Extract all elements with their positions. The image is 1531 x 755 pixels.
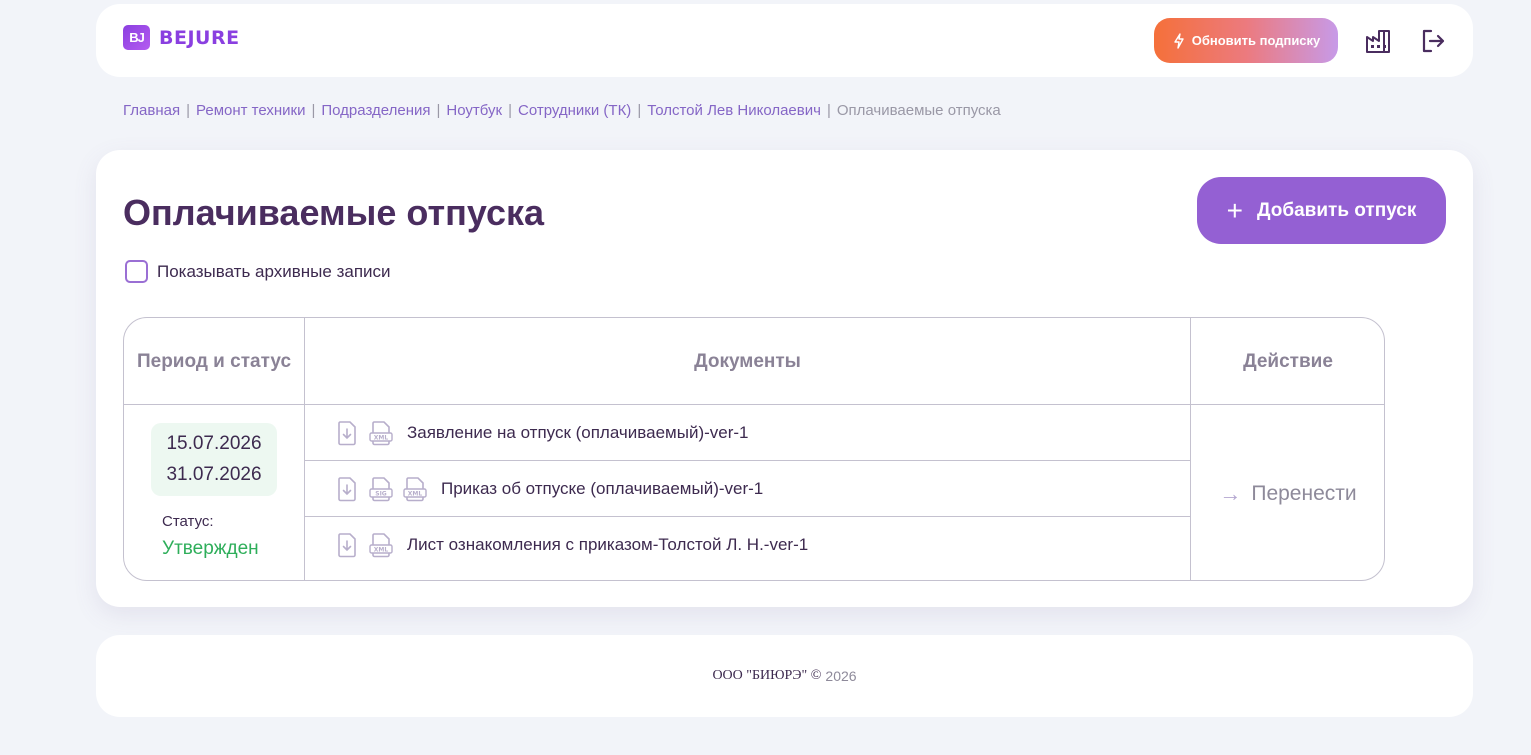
svg-text:XML: XML xyxy=(408,491,423,498)
lightning-icon xyxy=(1174,32,1184,49)
xml-file-icon[interactable]: XML xyxy=(403,476,427,502)
logo-mark-icon: BJ xyxy=(123,25,150,50)
download-icon[interactable] xyxy=(335,532,359,558)
breadcrumb-separator: | xyxy=(508,102,512,119)
show-archive-toggle[interactable]: Показывать архивные записи xyxy=(125,260,391,283)
breadcrumb-departments[interactable]: Подразделения xyxy=(321,102,430,119)
breadcrumb-current: Оплачиваемые отпуска xyxy=(836,102,1001,119)
vacations-table: Период и статус Документы Действие 15.07… xyxy=(123,317,1385,581)
document-name[interactable]: Лист ознакомления с приказом-Толстой Л. … xyxy=(407,535,808,555)
logout-icon xyxy=(1422,29,1445,53)
document-row: XML Заявление на отпуск (оплачиваемый)-v… xyxy=(305,405,1190,461)
column-header-documents: Документы xyxy=(694,350,801,372)
breadcrumb-laptop[interactable]: Ноутбук xyxy=(446,102,502,119)
plus-icon: + xyxy=(1226,194,1243,226)
top-header: BJ BEJURE Обновить подписку xyxy=(96,4,1473,77)
breadcrumb-employees[interactable]: Сотрудники (ТК) xyxy=(518,102,631,119)
add-vacation-button[interactable]: + Добавить отпуск xyxy=(1197,177,1446,244)
svg-text:XML: XML xyxy=(374,435,389,442)
svg-text:XML: XML xyxy=(374,547,389,554)
organizations-button[interactable] xyxy=(1363,26,1393,56)
sig-file-icon[interactable]: SIG xyxy=(369,476,393,502)
download-icon[interactable] xyxy=(335,476,359,502)
breadcrumb-separator: | xyxy=(826,102,831,119)
document-row: SIG XML Приказ об отпуске (оплачиваемый)… xyxy=(305,461,1190,517)
status-value: Утвержден xyxy=(162,538,259,559)
factory-icon xyxy=(1366,30,1390,53)
breadcrumb-separator: | xyxy=(186,102,190,119)
breadcrumb-separator: | xyxy=(436,102,441,119)
date-start: 15.07.2026 xyxy=(166,433,262,454)
logo-text: BEJURE xyxy=(159,26,240,49)
upgrade-subscription-button[interactable]: Обновить подписку xyxy=(1154,18,1338,63)
column-header-action: Действие xyxy=(1243,350,1333,372)
breadcrumb: Главная | Ремонт техники | Подразделения… xyxy=(123,102,1001,119)
xml-file-icon[interactable]: XML xyxy=(369,532,393,558)
footer-company: ООО "БИЮРЭ" © xyxy=(712,668,822,683)
svg-text:SIG: SIG xyxy=(375,491,387,498)
xml-file-icon[interactable]: XML xyxy=(369,420,393,446)
breadcrumb-separator: | xyxy=(637,102,642,119)
period-dates: 15.07.2026 31.07.2026 xyxy=(151,423,277,496)
show-archive-label: Показывать архивные записи xyxy=(157,261,391,281)
status-label: Статус: xyxy=(162,513,214,530)
arrow-right-icon: → xyxy=(1219,480,1242,506)
breadcrumb-repair[interactable]: Ремонт техники xyxy=(196,102,305,119)
download-icon[interactable] xyxy=(335,420,359,446)
document-row: XML Лист ознакомления с приказом-Толстой… xyxy=(305,517,1190,573)
reschedule-button[interactable]: → Перенести xyxy=(1191,405,1384,580)
breadcrumb-home[interactable]: Главная xyxy=(123,102,180,119)
date-end: 31.07.2026 xyxy=(166,464,262,485)
add-vacation-label: Добавить отпуск xyxy=(1256,199,1417,221)
footer-year: 2026 xyxy=(825,668,857,684)
app-logo[interactable]: BJ BEJURE xyxy=(123,25,240,50)
logout-button[interactable] xyxy=(1418,26,1448,56)
document-name[interactable]: Заявление на отпуск (оплачиваемый)-ver-1 xyxy=(407,423,749,443)
breadcrumb-separator: | xyxy=(311,102,316,119)
upgrade-subscription-label: Обновить подписку xyxy=(1191,33,1321,48)
page-title: Оплачиваемые отпуска xyxy=(123,192,545,233)
show-archive-checkbox[interactable] xyxy=(125,260,148,283)
main-card: Оплачиваемые отпуска + Добавить отпуск П… xyxy=(96,150,1473,607)
breadcrumb-employee[interactable]: Толстой Лев Николаевич xyxy=(647,102,821,119)
document-name[interactable]: Приказ об отпуске (оплачиваемый)-ver-1 xyxy=(441,479,763,499)
reschedule-label: Перенести xyxy=(1251,481,1357,505)
footer: ООО "БИЮРЭ" © 2026 xyxy=(96,635,1473,717)
column-header-period: Период и статус xyxy=(136,350,292,372)
